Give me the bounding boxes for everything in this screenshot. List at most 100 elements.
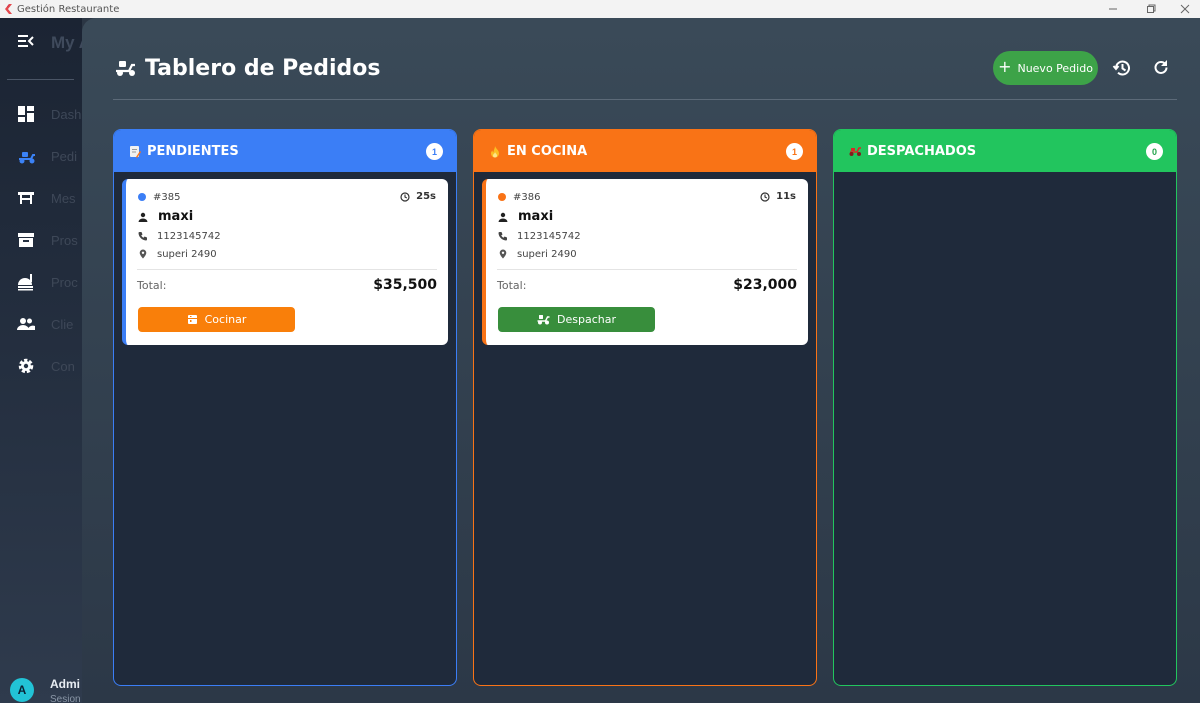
total-value: $23,000	[733, 277, 797, 293]
refresh-icon[interactable]	[1151, 58, 1171, 78]
order-card[interactable]: #386 11s maxi 1123145742 superi 2490 Tot…	[482, 179, 808, 345]
sidebar-item-products[interactable]: Proc	[0, 266, 82, 298]
menu-collapse-icon[interactable]	[18, 34, 34, 48]
order-id: #385	[153, 192, 181, 203]
person-icon	[497, 211, 509, 223]
cook-button[interactable]: Cocinar	[138, 307, 295, 332]
user-name: Admi	[50, 677, 80, 691]
window-title: Gestión Restaurante	[17, 3, 120, 15]
history-icon[interactable]	[1112, 58, 1132, 78]
elapsed-value: 25s	[416, 191, 436, 202]
sidebar-item-orders[interactable]: Pedi	[0, 140, 82, 172]
card-divider	[137, 269, 437, 270]
customer-name: maxi	[158, 209, 194, 224]
column-title: DESPACHADOS	[867, 143, 977, 159]
table-icon	[18, 192, 34, 204]
column-pending: PENDIENTES 1 #385 25s maxi 1123145742 su…	[113, 129, 457, 686]
user-profile[interactable]: A Admi Sesion	[0, 668, 82, 703]
clock-icon	[400, 191, 410, 202]
sidebar-item-label: Clie	[51, 317, 74, 332]
fire-icon	[488, 144, 502, 158]
sidebar-brand: My A	[51, 33, 82, 52]
column-title: PENDIENTES	[147, 143, 239, 159]
address-row: superi 2490	[497, 248, 577, 260]
delivery-icon	[19, 152, 35, 164]
dispatch-button[interactable]: Despachar	[498, 307, 655, 332]
minimize-button[interactable]	[1093, 0, 1133, 18]
column-header: PENDIENTES 1	[114, 130, 456, 172]
clock-icon	[760, 191, 770, 202]
user-session: Sesion	[50, 694, 81, 703]
phone-icon	[497, 230, 509, 242]
elapsed-time: 25s	[400, 191, 436, 202]
total-value: $35,500	[373, 277, 437, 293]
cook-button-label: Cocinar	[204, 313, 247, 326]
sidebar-item-label: Mes	[51, 191, 76, 206]
column-header: DESPACHADOS 0	[834, 130, 1176, 172]
note-icon	[128, 144, 142, 158]
new-order-label: Nuevo Pedido	[1017, 61, 1093, 75]
sidebar-item-label: Dash	[51, 107, 82, 122]
archive-icon	[18, 233, 34, 247]
new-order-button[interactable]: + Nuevo Pedido	[993, 51, 1098, 85]
card-divider	[497, 269, 797, 270]
close-button[interactable]	[1165, 0, 1200, 18]
sidebar-divider	[7, 79, 74, 80]
location-icon	[497, 248, 509, 260]
scooter-icon	[848, 144, 862, 158]
customer-name: maxi	[518, 209, 554, 224]
customer-address: superi 2490	[157, 248, 217, 260]
window-titlebar: Gestión Restaurante	[0, 0, 1200, 18]
column-header: EN COCINA 1	[474, 130, 816, 172]
close-icon	[1180, 4, 1190, 14]
column-title: EN COCINA	[507, 143, 588, 159]
phone-row: 1123145742	[137, 230, 221, 242]
phone-icon	[137, 230, 149, 242]
customer-row: maxi	[137, 209, 193, 224]
order-card[interactable]: #385 25s maxi 1123145742 superi 2490 Tot…	[122, 179, 448, 345]
sidebar-item-tables[interactable]: Mes	[0, 182, 82, 214]
avatar: A	[10, 678, 34, 702]
location-icon	[137, 248, 149, 260]
status-dot	[498, 193, 506, 201]
status-dot	[138, 193, 146, 201]
sidebar-item-suppliers[interactable]: Pros	[0, 224, 82, 256]
sidebar-header: My A	[0, 18, 82, 68]
elapsed-value: 11s	[776, 191, 796, 202]
person-icon	[137, 211, 149, 223]
sidebar-item-label: Proc	[51, 275, 78, 290]
kitchen-icon	[18, 274, 33, 291]
kitchen-icon	[187, 315, 197, 324]
column-count-badge: 1	[426, 143, 443, 160]
sidebar-item-label: Con	[51, 359, 75, 374]
sidebar-item-label: Pedi	[51, 149, 78, 164]
column-in-kitchen: EN COCINA 1 #386 11s maxi 1123145742 sup…	[473, 129, 817, 686]
column-dispatched: DESPACHADOS 0	[833, 129, 1177, 686]
address-row: superi 2490	[137, 248, 217, 260]
sidebar-item-settings[interactable]: Con	[0, 350, 82, 382]
minimize-icon	[1109, 8, 1117, 10]
column-count-badge: 0	[1146, 143, 1163, 160]
dashboard-icon	[18, 106, 34, 122]
header-divider	[113, 99, 1177, 100]
sidebar-item-dashboard[interactable]: Dash	[0, 98, 82, 130]
phone-row: 1123145742	[497, 230, 581, 242]
sidebar-item-label: Pros	[51, 233, 78, 248]
column-count-badge: 1	[786, 143, 803, 160]
elapsed-time: 11s	[760, 191, 796, 202]
page-header: Tablero de Pedidos + Nuevo Pedido	[82, 18, 1200, 100]
customer-row: maxi	[497, 209, 553, 224]
dispatch-button-label: Despachar	[557, 313, 616, 326]
restore-icon	[1147, 4, 1156, 13]
people-icon	[17, 318, 35, 330]
order-id: #386	[513, 192, 541, 203]
gear-icon	[18, 358, 34, 374]
customer-address: superi 2490	[517, 248, 577, 260]
total-label: Total:	[137, 279, 167, 292]
main-content: Tablero de Pedidos + Nuevo Pedido PENDIE…	[82, 18, 1200, 703]
page-title: Tablero de Pedidos	[145, 56, 381, 81]
app-logo-icon	[5, 4, 12, 14]
sidebar-item-clients[interactable]: Clie	[0, 308, 82, 340]
sidebar: My A Dash Pedi Mes Pros	[0, 18, 82, 703]
delivery-icon	[116, 61, 135, 76]
